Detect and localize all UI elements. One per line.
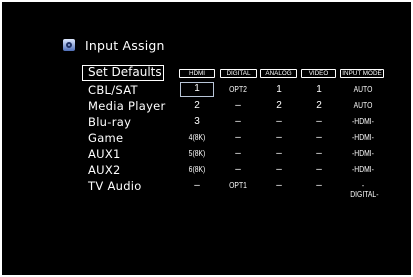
cell-digital[interactable]: – bbox=[223, 164, 253, 175]
header-video: VIDEO bbox=[301, 69, 336, 78]
header-input-mode: INPUT MODE bbox=[340, 69, 384, 78]
cell-hdmi[interactable]: 2 bbox=[182, 100, 212, 111]
cell-digital[interactable]: – bbox=[223, 148, 253, 159]
cell-digital[interactable]: – bbox=[223, 132, 253, 143]
cell-digital[interactable]: – bbox=[223, 100, 253, 111]
page-title: Input Assign bbox=[85, 37, 165, 53]
cell-video[interactable]: – bbox=[304, 164, 334, 175]
header-hdmi: HDMI bbox=[179, 69, 215, 78]
row-label-game[interactable]: Game bbox=[88, 131, 123, 145]
cell-input-mode[interactable]: AUTO bbox=[350, 85, 376, 94]
cell-input-mode[interactable]: -DIGITAL- bbox=[350, 181, 378, 199]
cell-video[interactable]: – bbox=[304, 116, 334, 127]
cell-video[interactable]: – bbox=[304, 180, 334, 191]
cell-analog[interactable]: – bbox=[264, 148, 294, 159]
cell-input-mode[interactable]: -HDMI- bbox=[350, 149, 376, 158]
header-digital: DIGITAL bbox=[220, 69, 257, 78]
cell-hdmi[interactable]: 5(8K) bbox=[184, 149, 210, 158]
cell-hdmi-selected[interactable]: 1 bbox=[180, 82, 214, 97]
header-analog: ANALOG bbox=[260, 69, 297, 78]
cell-input-mode[interactable]: -HDMI- bbox=[350, 133, 376, 142]
cell-video[interactable]: – bbox=[304, 148, 334, 159]
input-icon bbox=[63, 39, 75, 51]
cell-input-mode[interactable]: AUTO bbox=[350, 101, 376, 110]
cell-digital[interactable]: – bbox=[223, 116, 253, 127]
cell-analog[interactable]: – bbox=[264, 164, 294, 175]
cell-digital[interactable]: OPT1 bbox=[225, 181, 251, 190]
row-label-aux2[interactable]: AUX2 bbox=[88, 163, 121, 177]
row-label-tv-audio[interactable]: TV Audio bbox=[88, 179, 142, 193]
cell-analog[interactable]: – bbox=[264, 180, 294, 191]
row-label-aux1[interactable]: AUX1 bbox=[88, 147, 121, 161]
cell-analog[interactable]: 1 bbox=[264, 84, 294, 95]
cell-input-mode[interactable]: -HDMI- bbox=[350, 165, 376, 174]
cell-hdmi[interactable]: 6(8K) bbox=[184, 165, 210, 174]
cell-digital[interactable]: OPT2 bbox=[225, 85, 251, 94]
cell-analog[interactable]: 2 bbox=[264, 100, 294, 111]
title-row: Input Assign bbox=[63, 37, 165, 53]
row-label-blu-ray[interactable]: Blu-ray bbox=[88, 115, 131, 129]
set-defaults-button[interactable]: Set Defaults bbox=[82, 65, 164, 81]
cell-hdmi[interactable]: – bbox=[182, 180, 212, 191]
row-label-cbl-sat[interactable]: CBL/SAT bbox=[88, 83, 138, 97]
row-label-media-player[interactable]: Media Player bbox=[88, 99, 166, 113]
cell-analog[interactable]: – bbox=[264, 116, 294, 127]
cell-video[interactable]: 1 bbox=[304, 84, 334, 95]
cell-video[interactable]: 2 bbox=[304, 100, 334, 111]
cell-input-mode[interactable]: -HDMI- bbox=[350, 117, 376, 126]
cell-video[interactable]: – bbox=[304, 132, 334, 143]
input-assign-screen: Input Assign Set Defaults HDMI DIGITAL A… bbox=[2, 2, 411, 275]
cell-analog[interactable]: – bbox=[264, 132, 294, 143]
cell-hdmi[interactable]: 4(8K) bbox=[184, 133, 210, 142]
cell-hdmi[interactable]: 3 bbox=[182, 116, 212, 127]
